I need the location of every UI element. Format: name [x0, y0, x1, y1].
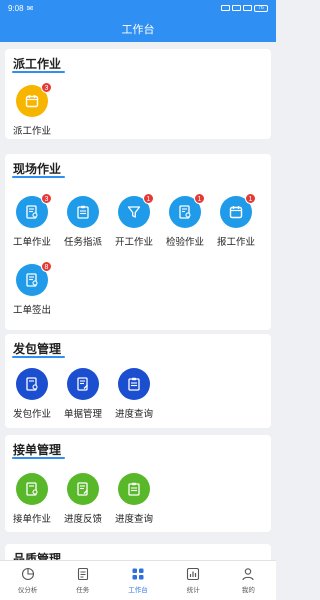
item-label: 工单作业 — [12, 237, 51, 248]
signal-icon — [232, 5, 241, 11]
item-label: 进度查询 — [114, 514, 153, 525]
report-work-item[interactable]: 1 报工作业 — [211, 193, 261, 256]
workbench-content[interactable]: 派工作业 3 派工作业 现场作业 3 工单作业 任务指派 1 开工作业 1 检验… — [0, 42, 276, 560]
dispatch-work-item[interactable]: 3 派工作业 — [7, 82, 57, 145]
document-check-icon — [16, 368, 48, 400]
clipboard-icon — [67, 196, 99, 228]
section-title: 品质管理 — [13, 552, 62, 560]
tab-label: 工作台 — [128, 587, 148, 594]
tab-label: 我的 — [241, 587, 255, 594]
grid-icon — [132, 568, 144, 580]
tab-label: 仪分析 — [17, 587, 38, 594]
count-badge: 1 — [245, 193, 256, 204]
page-title: 工作台 — [121, 24, 155, 36]
network-icon — [221, 5, 230, 11]
app-header: 9:08 ✉ 76 工作台 — [0, 0, 276, 42]
section-title: 派工作业 — [13, 57, 62, 71]
item-label: 派工作业 — [12, 126, 51, 137]
item-label: 工单签出 — [12, 305, 51, 316]
section-title: 现场作业 — [13, 162, 62, 176]
item-label: 接单作业 — [12, 514, 51, 525]
progress-query-item[interactable]: 进度查询 — [109, 368, 159, 428]
progress-feedback-item[interactable]: 进度反馈 — [58, 473, 108, 533]
document-check-icon: 8 — [16, 261, 52, 296]
task-assign-item[interactable]: 任务指派 — [58, 196, 108, 256]
document-edit-icon — [67, 368, 99, 400]
inspection-doc-icon: 1 — [169, 193, 205, 228]
item-label: 任务指派 — [63, 237, 102, 248]
start-work-item[interactable]: 1 开工作业 — [109, 193, 159, 256]
item-label: 进度查询 — [114, 409, 153, 420]
status-time: 9:08 — [8, 3, 24, 13]
tab-tasks[interactable]: 任务 — [55, 561, 110, 600]
receive-work-item[interactable]: 接单作业 — [7, 473, 57, 533]
section-underline — [12, 356, 65, 358]
tab-workbench[interactable]: 工作台 — [110, 561, 165, 600]
tab-analysis[interactable]: 仪分析 — [0, 561, 55, 600]
bottom-tab-bar: 仪分析 任务 工作台 统计 我的 — [0, 560, 276, 600]
count-badge: 3 — [41, 193, 52, 204]
pie-chart-icon — [21, 567, 34, 581]
item-label: 进度反馈 — [63, 514, 102, 525]
progress-query-item[interactable]: 进度查询 — [109, 473, 159, 533]
count-badge: 8 — [41, 261, 52, 272]
status-bar: 9:08 ✉ 76 — [0, 0, 276, 16]
item-label: 检验作业 — [165, 237, 204, 248]
clipboard-list-icon — [118, 473, 150, 505]
wifi-icon — [243, 5, 252, 11]
section-title: 发包管理 — [13, 342, 62, 356]
clipboard-list-icon — [118, 368, 150, 400]
calendar-icon: 3 — [16, 82, 52, 117]
section-subcontract: 发包管理 发包作业 单据管理 进度查询 — [5, 334, 271, 428]
section-quality: 品质管理 — [5, 544, 271, 560]
item-label: 开工作业 — [114, 237, 153, 248]
subcontract-work-item[interactable]: 发包作业 — [7, 368, 57, 428]
section-underline — [12, 457, 65, 459]
tab-label: 统计 — [186, 587, 200, 594]
work-order-item[interactable]: 3 工单作业 — [7, 193, 57, 256]
section-underline — [12, 71, 65, 73]
document-search-icon: 3 — [16, 193, 52, 228]
section-underline — [12, 176, 65, 178]
bar-chart-icon — [187, 567, 200, 581]
tab-profile[interactable]: 我的 — [221, 561, 276, 600]
document-edit-icon — [67, 473, 99, 505]
notification-icon: ✉ — [26, 3, 34, 13]
count-badge: 1 — [194, 193, 205, 204]
document-check-icon — [16, 473, 48, 505]
tab-statistics[interactable]: 统计 — [166, 561, 221, 600]
section-onsite: 现场作业 3 工单作业 任务指派 1 开工作业 1 检验作业 1 报工作业 8 … — [5, 154, 271, 330]
tab-label: 任务 — [76, 587, 90, 594]
document-manage-item[interactable]: 单据管理 — [58, 368, 108, 428]
item-label: 发包作业 — [12, 409, 51, 420]
item-label: 报工作业 — [216, 237, 255, 248]
section-dispatch: 派工作业 3 派工作业 — [5, 49, 271, 139]
task-list-icon — [77, 567, 88, 581]
funnel-icon: 1 — [118, 193, 154, 228]
checkout-item[interactable]: 8 工单签出 — [7, 261, 57, 324]
calendar-icon: 1 — [220, 193, 256, 228]
battery-icon: 76 — [254, 4, 268, 12]
count-badge: 3 — [41, 82, 52, 93]
inspection-item[interactable]: 1 检验作业 — [160, 193, 210, 256]
count-badge: 1 — [143, 193, 154, 204]
user-icon — [242, 568, 254, 581]
item-label: 单据管理 — [63, 409, 102, 420]
section-receive: 接单管理 接单作业 进度反馈 进度查询 — [5, 435, 271, 532]
section-title: 接单管理 — [13, 443, 62, 457]
